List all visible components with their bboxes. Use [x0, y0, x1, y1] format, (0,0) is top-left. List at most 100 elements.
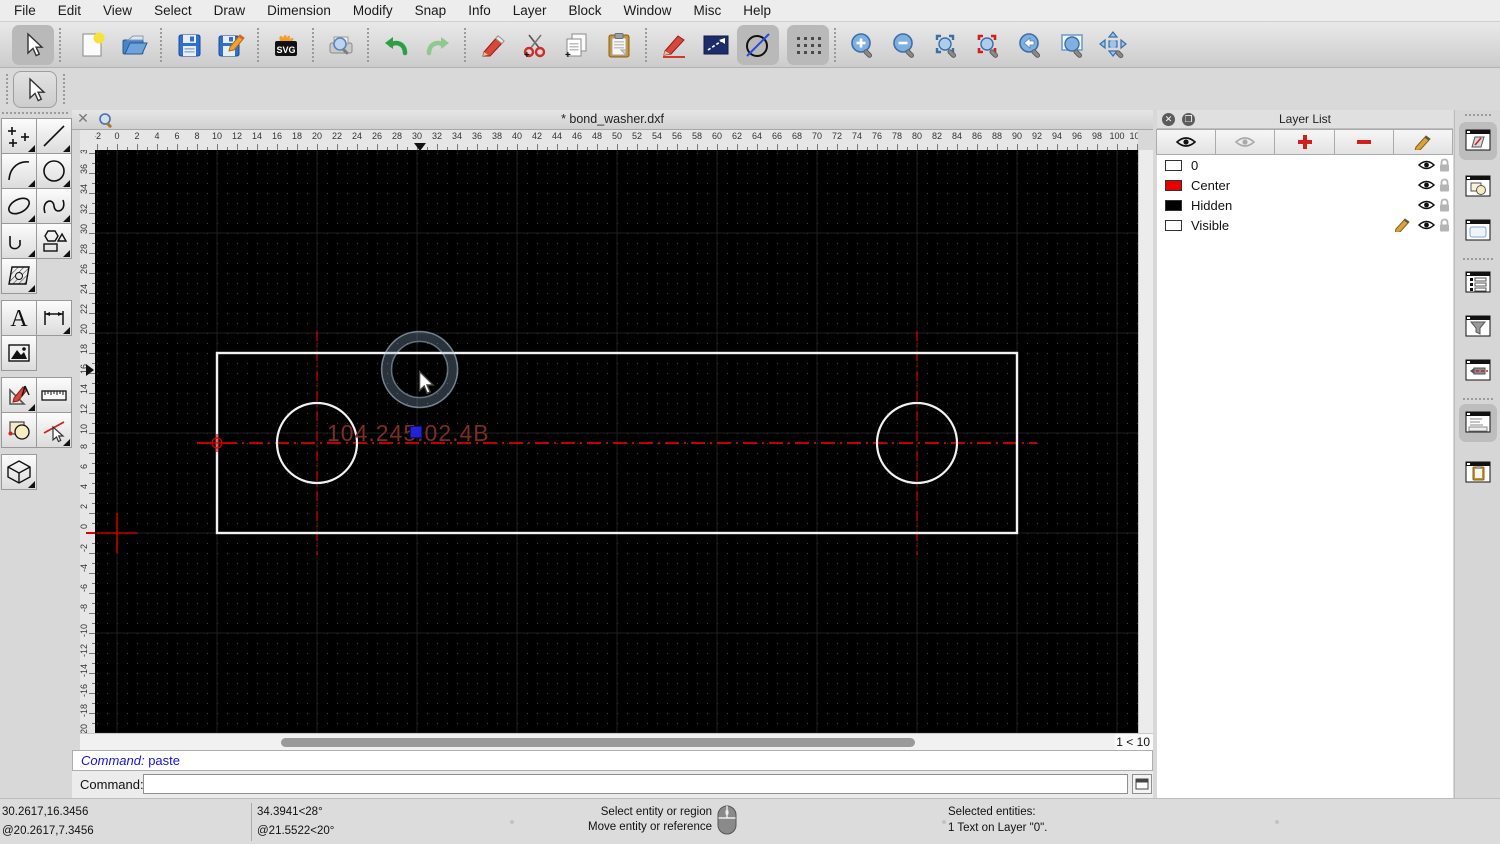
print-preview-button[interactable] — [320, 25, 362, 65]
palette-handle[interactable] — [2, 112, 68, 114]
open-button[interactable] — [113, 25, 155, 65]
pointer-button[interactable] — [12, 24, 54, 65]
layer-color-swatch[interactable] — [1165, 219, 1182, 231]
pan-button[interactable] — [1094, 25, 1136, 65]
solid-box-tool[interactable] — [1, 454, 37, 490]
cut-button[interactable]: + — [514, 25, 556, 65]
paste-button[interactable] — [598, 25, 640, 65]
snap-select-tool[interactable] — [36, 412, 72, 448]
text-tool[interactable]: A — [1, 300, 37, 336]
save-button[interactable] — [168, 25, 210, 65]
hide-all-layers-button[interactable] — [1215, 129, 1276, 155]
zoom-in-button[interactable] — [842, 25, 884, 65]
block-widget-button[interactable] — [1459, 168, 1497, 206]
copy-button[interactable]: + — [556, 25, 598, 65]
polygon-tool[interactable] — [36, 223, 72, 259]
menu-item-misc[interactable]: Misc — [683, 3, 733, 18]
drawing-canvas[interactable]: 104.245.02.4B — [95, 150, 1138, 734]
vertical-scrollbar[interactable] — [1138, 150, 1153, 733]
layer-lock-icon[interactable] — [1438, 218, 1451, 237]
grid-toggle-button[interactable] — [787, 24, 829, 65]
command-options-button[interactable] — [1132, 774, 1152, 794]
line-tool[interactable] — [36, 118, 72, 154]
toolbar-handle[interactable] — [63, 74, 65, 104]
circle-tool[interactable] — [36, 153, 72, 189]
dimension-tool[interactable] — [36, 300, 72, 336]
svg-export-button[interactable]: SVG — [265, 25, 307, 65]
arc-tool[interactable] — [1, 153, 37, 189]
command-widget-button[interactable] — [1459, 404, 1497, 442]
layer-visibility-eye-icon[interactable] — [1417, 158, 1436, 176]
layer-visibility-eye-icon[interactable] — [1417, 178, 1436, 196]
selected-text-entity: 104.245.02.4B — [327, 420, 490, 446]
zoom-window-button[interactable] — [1052, 25, 1094, 65]
edit-layer-button[interactable] — [1392, 129, 1454, 155]
hatch-tool[interactable] — [1, 258, 37, 294]
undo-button[interactable] — [375, 25, 417, 65]
menu-item-edit[interactable]: Edit — [47, 3, 92, 18]
layer-visibility-eye-icon[interactable] — [1417, 218, 1436, 236]
isometric-toggle-button[interactable] — [737, 24, 779, 65]
image-tool[interactable] — [1, 335, 37, 371]
layer-widget-button[interactable] — [1459, 264, 1497, 302]
polyline-tool[interactable] — [1, 223, 37, 259]
library-widget-button[interactable] — [1459, 212, 1497, 250]
zoom-auto-button[interactable] — [926, 25, 968, 65]
menu-item-file[interactable]: File — [14, 3, 47, 18]
menu-item-dimension[interactable]: Dimension — [256, 3, 342, 18]
selection-rectangle-button[interactable] — [695, 25, 737, 65]
pen-widget-button[interactable] — [1459, 122, 1497, 160]
layer-row-hidden[interactable]: Hidden — [1157, 195, 1453, 215]
remove-layer-button[interactable] — [1333, 129, 1394, 155]
save-as-button[interactable] — [210, 25, 252, 65]
menu-item-help[interactable]: Help — [732, 3, 782, 18]
horizontal-scrollbar[interactable] — [80, 733, 1115, 750]
pen-palette-widget-button[interactable] — [1459, 352, 1497, 390]
menu-item-info[interactable]: Info — [457, 3, 502, 18]
ellipse-tool[interactable] — [1, 188, 37, 224]
add-layer-button[interactable] — [1274, 129, 1335, 155]
command-input[interactable] — [143, 774, 1128, 794]
ruler-label: 4 — [80, 484, 89, 490]
layer-list-panel: ✕ ❐ Layer List 0 Center Hidden Visible — [1156, 110, 1454, 798]
menu-item-draw[interactable]: Draw — [203, 3, 257, 18]
layer-color-swatch[interactable] — [1165, 199, 1182, 211]
modify-tool[interactable] — [1, 377, 37, 413]
menu-item-view[interactable]: View — [92, 3, 143, 18]
layer-row-visible[interactable]: Visible — [1157, 215, 1453, 235]
ruler-label: -16 — [80, 684, 89, 698]
delete-button[interactable] — [472, 25, 514, 65]
menu-item-select[interactable]: Select — [143, 3, 203, 18]
layer-visibility-eye-icon[interactable] — [1417, 198, 1436, 216]
measure-tool[interactable] — [36, 377, 72, 413]
menu-item-block[interactable]: Block — [558, 3, 613, 18]
ruler-label: 74 — [851, 131, 863, 141]
zoom-selected-button[interactable] — [968, 25, 1010, 65]
layer-row-center[interactable]: Center — [1157, 175, 1453, 195]
draw-pen-button[interactable] — [653, 25, 695, 65]
pan-icon — [1099, 30, 1127, 58]
menu-item-modify[interactable]: Modify — [342, 3, 404, 18]
ruler-label: 20 — [311, 131, 323, 141]
layer-color-swatch[interactable] — [1165, 179, 1182, 191]
toolbar-handle[interactable] — [6, 74, 8, 104]
order-tool[interactable] — [1, 412, 37, 448]
clipboard-widget-button[interactable] — [1459, 454, 1497, 492]
svg-text:SVG: SVG — [276, 45, 295, 55]
spline-tool[interactable] — [36, 188, 72, 224]
menu-item-layer[interactable]: Layer — [502, 3, 558, 18]
select-tool-button[interactable] — [13, 71, 57, 108]
layer-color-swatch[interactable] — [1165, 159, 1182, 171]
show-all-layers-button[interactable] — [1156, 129, 1217, 155]
new-document-button[interactable] — [71, 25, 113, 65]
zoom-previous-button[interactable] — [1010, 25, 1052, 65]
points-tool[interactable] — [1, 118, 37, 154]
zoom-out-button[interactable] — [884, 25, 926, 65]
filter-widget-button[interactable] — [1459, 308, 1497, 346]
redo-button[interactable] — [417, 25, 459, 65]
menu-item-snap[interactable]: Snap — [404, 3, 458, 18]
scrollbar-thumb[interactable] — [281, 738, 915, 747]
layer-row-0[interactable]: 0 — [1157, 155, 1453, 175]
menu-item-window[interactable]: Window — [613, 3, 683, 18]
dock-handle[interactable] — [1465, 114, 1491, 116]
